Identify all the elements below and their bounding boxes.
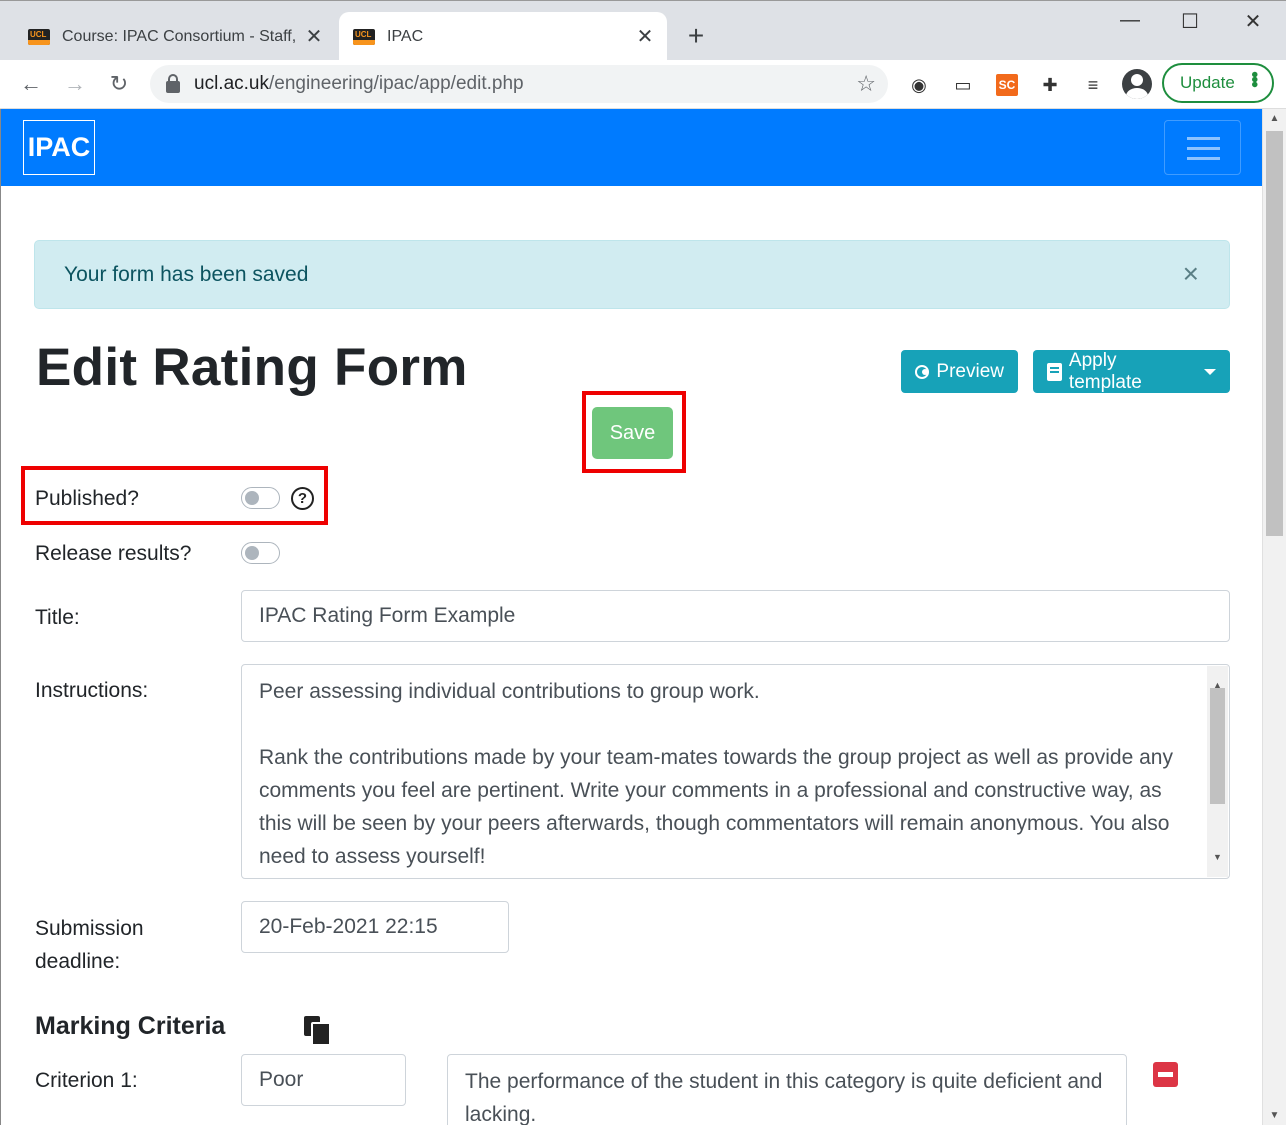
instructions-paragraph: Rank the contributions made by your team… <box>259 746 1173 868</box>
published-toggle[interactable] <box>241 487 280 509</box>
tab-close-icon[interactable]: ✕ <box>302 24 326 49</box>
brand-logo[interactable]: IPAC <box>23 120 95 175</box>
forward-arrow-icon[interactable]: → <box>61 70 89 98</box>
tab-course[interactable]: UCL Course: IPAC Consortium - Staff, ✕ <box>14 12 336 61</box>
copy-paste-icon[interactable] <box>304 1016 331 1046</box>
book-icon <box>1047 362 1062 381</box>
scroll-down-icon[interactable]: ▼ <box>1263 1110 1286 1121</box>
textarea-scrollbar[interactable]: ▲ ▼ <box>1207 666 1228 877</box>
eye-icon <box>915 364 930 379</box>
extension-globe-icon[interactable]: ◉ <box>906 72 932 98</box>
address-bar[interactable]: ucl.ac.uk/engineering/ipac/app/edit.php … <box>150 65 888 103</box>
tab-close-icon[interactable]: ✕ <box>633 24 657 49</box>
criterion-description-textarea[interactable]: The performance of the student in this c… <box>447 1054 1127 1125</box>
tab-title: IPAC <box>387 27 424 45</box>
lock-icon <box>166 74 180 93</box>
release-results-toggle[interactable] <box>241 542 280 564</box>
profile-avatar-icon[interactable] <box>1122 69 1152 99</box>
update-label: Update <box>1180 73 1235 92</box>
extension-sc-icon[interactable]: SC <box>996 74 1018 96</box>
tab-ipac[interactable]: UCL IPAC ✕ <box>339 12 667 61</box>
app-navbar: IPAC <box>1 109 1262 186</box>
ucl-favicon-icon: UCL <box>28 28 50 45</box>
url-text: ucl.ac.uk/engineering/ipac/app/edit.php <box>194 73 524 94</box>
apply-template-button[interactable]: Apply template <box>1033 350 1230 393</box>
menu-dots-icon: ••• <box>1243 71 1265 87</box>
saved-alert: Your form has been saved × <box>34 240 1230 309</box>
browser-tabstrip: UCL Course: IPAC Consortium - Staff, ✕ U… <box>0 0 1286 61</box>
save-button[interactable]: Save <box>592 407 673 459</box>
preview-label: Preview <box>936 360 1004 382</box>
hamburger-menu-icon[interactable] <box>1164 120 1241 175</box>
preview-button[interactable]: Preview <box>901 350 1018 393</box>
tab-title: Course: IPAC Consortium - Staff, <box>62 27 297 45</box>
update-button[interactable]: Update ••• <box>1162 63 1274 103</box>
new-tab-plus-icon[interactable]: + <box>681 21 711 51</box>
criterion-name-input[interactable]: Poor <box>241 1054 406 1106</box>
instructions-label: Instructions: <box>35 679 149 702</box>
alert-message: Your form has been saved <box>64 262 309 286</box>
published-label: Published? <box>35 487 139 510</box>
title-label: Title: <box>35 606 80 629</box>
extension-cast-icon[interactable]: ▭ <box>950 72 976 98</box>
window-close-icon[interactable]: ✕ <box>1238 9 1268 34</box>
scroll-up-icon[interactable]: ▲ <box>1263 113 1286 124</box>
caret-down-icon <box>1204 368 1216 375</box>
instructions-paragraph: Peer assessing individual contributions … <box>259 680 760 703</box>
alert-close-icon[interactable]: × <box>1183 259 1199 289</box>
title-input[interactable]: IPAC Rating Form Example <box>241 590 1230 642</box>
deadline-label: Submission deadline: <box>35 917 144 973</box>
bookmark-star-icon[interactable]: ☆ <box>856 71 876 97</box>
criterion-label: Criterion 1: <box>35 1069 138 1092</box>
back-arrow-icon[interactable]: ← <box>17 70 45 98</box>
reading-list-icon[interactable]: ≡ <box>1080 72 1106 98</box>
release-results-label: Release results? <box>35 542 192 565</box>
browser-toolbar: ← → ↻ ucl.ac.uk/engineering/ipac/app/edi… <box>0 60 1286 109</box>
help-question-icon[interactable]: ? <box>291 487 314 510</box>
extensions-puzzle-icon[interactable]: ✚ <box>1037 72 1063 98</box>
instructions-textarea[interactable]: Peer assessing individual contributions … <box>241 664 1230 879</box>
maximize-icon[interactable]: ☐ <box>1175 9 1205 34</box>
scroll-thumb[interactable] <box>1266 131 1283 536</box>
remove-criterion-icon[interactable] <box>1153 1062 1178 1087</box>
apply-template-label: Apply template <box>1068 349 1142 393</box>
reload-icon[interactable]: ↻ <box>105 70 133 98</box>
ucl-favicon-icon: UCL <box>353 28 375 45</box>
deadline-input[interactable]: 20-Feb-2021 22:15 <box>241 901 509 953</box>
page-title: Edit Rating Form <box>36 338 468 397</box>
marking-criteria-heading: Marking Criteria <box>35 1012 226 1040</box>
minimize-icon[interactable]: — <box>1115 9 1145 32</box>
web-page: IPAC Your form has been saved × Edit Rat… <box>0 109 1262 1125</box>
page-scrollbar[interactable]: ▲ ▼ <box>1262 109 1286 1125</box>
